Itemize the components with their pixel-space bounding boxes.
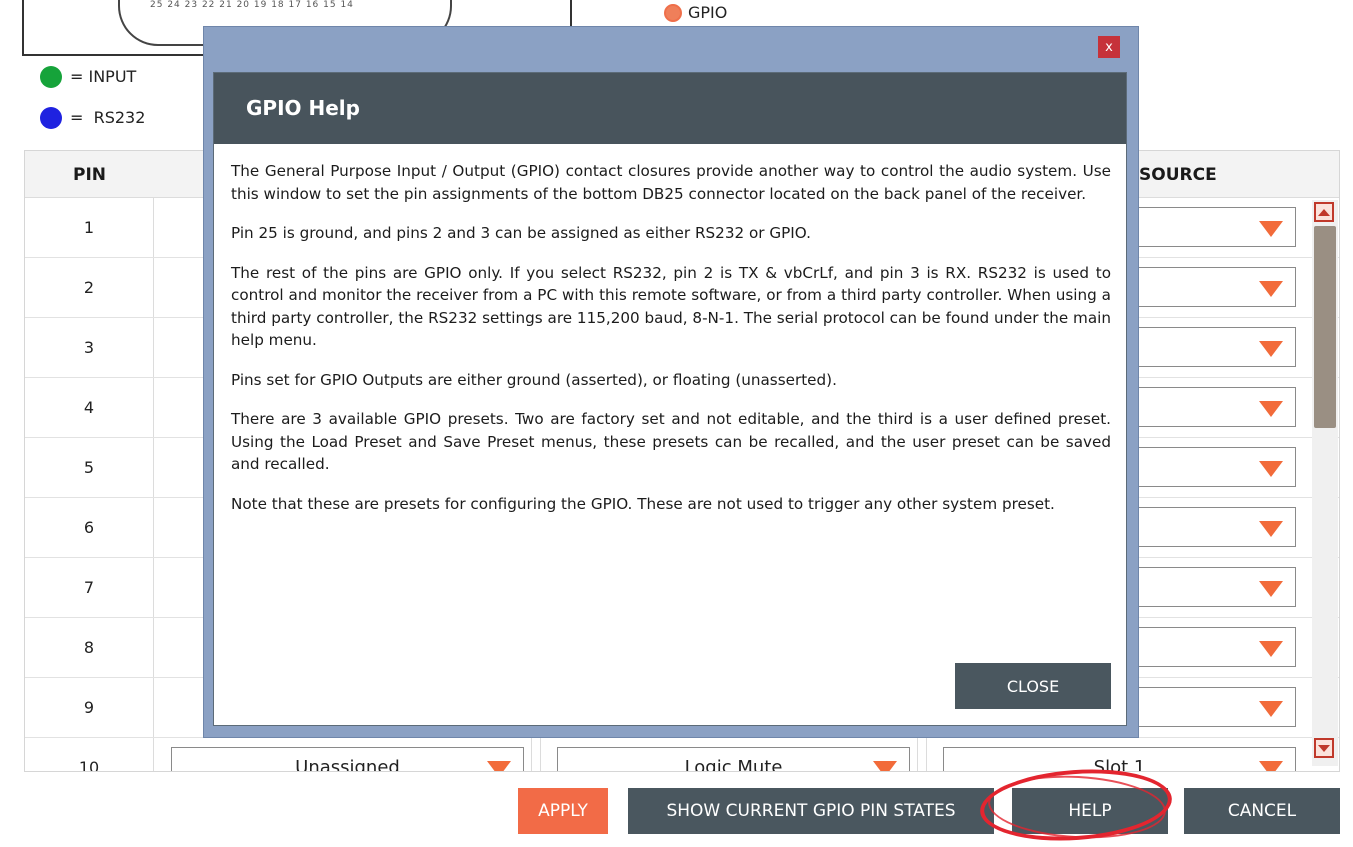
pin-number: 2 [25, 258, 154, 317]
pin-number: 10 [25, 738, 154, 771]
dropdown-arrow-icon [1259, 761, 1283, 771]
scroll-up-button[interactable] [1314, 202, 1334, 222]
table-row: 10 Unassigned Logic Mute Slot 1 [25, 738, 1339, 772]
dialog-body-text: The General Purpose Input / Output (GPIO… [231, 160, 1111, 532]
dropdown-arrow-icon [487, 761, 511, 771]
help-paragraph: The rest of the pins are GPIO only. If y… [231, 263, 1111, 350]
grid-scrollbar[interactable] [1312, 200, 1338, 766]
help-paragraph: The General Purpose Input / Output (GPIO… [231, 162, 1111, 203]
help-paragraph: Note that these are presets for configur… [231, 494, 1055, 513]
pin-number: 3 [25, 318, 154, 377]
dialog-close-button[interactable]: CLOSE [955, 663, 1111, 709]
column-separator [531, 738, 541, 771]
dropdown-arrow-icon [1259, 641, 1283, 657]
scroll-thumb[interactable] [1314, 226, 1336, 428]
apply-button[interactable]: APPLY [518, 788, 608, 834]
function-value: Logic Mute [684, 756, 783, 772]
pin-number: 7 [25, 558, 154, 617]
assignment-value: Unassigned [295, 756, 400, 772]
cancel-button[interactable]: CANCEL [1184, 788, 1340, 834]
source-column-header: SOURCE [1139, 165, 1217, 185]
dropdown-arrow-icon [1259, 701, 1283, 717]
dropdown-arrow-icon [1259, 341, 1283, 357]
scroll-down-button[interactable] [1314, 738, 1334, 758]
pin-number: 1 [25, 198, 154, 257]
dropdown-arrow-icon [873, 761, 897, 771]
dropdown-arrow-icon [1259, 461, 1283, 477]
scroll-down-icon [1318, 744, 1330, 752]
pin-number: 6 [25, 498, 154, 557]
dropdown-arrow-icon [1259, 581, 1283, 597]
source-dropdown[interactable]: Slot 1 [943, 747, 1296, 771]
scroll-up-icon [1318, 208, 1330, 216]
pin-column-header: PIN [73, 165, 107, 185]
input-legend-dot [40, 66, 62, 88]
function-dropdown[interactable]: Logic Mute [557, 747, 910, 772]
dropdown-arrow-icon [1259, 521, 1283, 537]
help-paragraph: Pin 25 is ground, and pins 2 and 3 can b… [231, 224, 811, 242]
connector-pin-numbers: 25 24 23 22 21 20 19 18 17 16 15 14 [150, 0, 354, 10]
pin-number: 4 [25, 378, 154, 437]
dropdown-arrow-icon [1259, 221, 1283, 237]
gpio-radio-button[interactable] [664, 4, 682, 22]
pin-number: 9 [25, 678, 154, 737]
assignment-dropdown[interactable]: Unassigned [171, 747, 524, 772]
input-legend-label: = INPUT [70, 67, 137, 86]
gpio-radio-label: GPIO [688, 3, 728, 22]
rs232-legend-label: = RS232 [70, 108, 146, 127]
help-paragraph: There are 3 available GPIO presets. Two … [231, 410, 1111, 473]
dialog-title: GPIO Help [246, 96, 360, 120]
dropdown-arrow-icon [1259, 401, 1283, 417]
help-paragraph: Pins set for GPIO Outputs are either gro… [231, 370, 837, 389]
rs232-legend-dot [40, 107, 62, 129]
show-gpio-states-button[interactable]: SHOW CURRENT GPIO PIN STATES [628, 788, 994, 834]
dropdown-arrow-icon [1259, 281, 1283, 297]
pin-number: 5 [25, 438, 154, 497]
pin-number: 8 [25, 618, 154, 677]
dialog-close-x-button[interactable]: x [1098, 36, 1120, 58]
column-separator [917, 738, 927, 771]
